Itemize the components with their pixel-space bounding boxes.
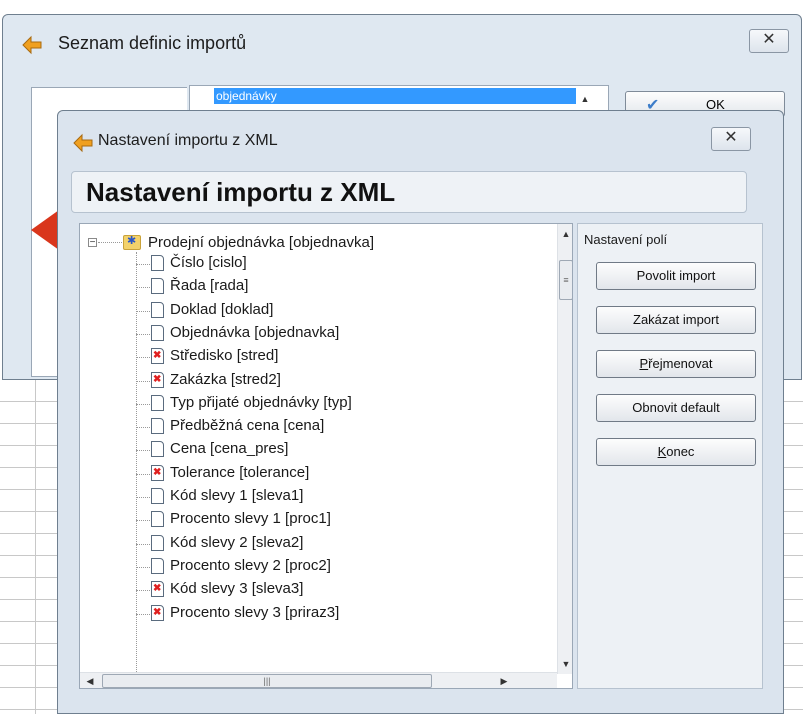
scroll-up-arrow-icon[interactable]: ▲: [558, 226, 572, 242]
document-disabled-icon: [151, 604, 164, 621]
scroll-up-arrow-icon[interactable]: ▲: [577, 91, 593, 107]
tree-item-label: Číslo [cislo]: [170, 254, 247, 271]
tree-connector: [136, 473, 150, 475]
document-icon: [151, 557, 164, 574]
folder-icon: [123, 234, 141, 250]
horizontal-scrollbar[interactable]: ◀ ||| ▶: [80, 672, 557, 688]
document-icon: [151, 441, 164, 458]
close-dialog-button[interactable]: Konec: [596, 438, 756, 466]
close-label: onec: [666, 444, 695, 459]
document-disabled-icon: [151, 464, 164, 481]
tree-connector: [136, 357, 150, 359]
tree-connector: [136, 450, 150, 452]
tree-item-label: Zakázka [stred2]: [170, 370, 281, 388]
restore-default-button[interactable]: Obnovit default: [596, 394, 756, 422]
scroll-down-arrow-icon[interactable]: ▼: [558, 656, 572, 672]
tree-connector: [136, 566, 150, 568]
list-item-selected[interactable]: objednávky: [214, 88, 576, 104]
rename-label: řejmenovat: [648, 356, 713, 371]
grid-line: [35, 380, 36, 714]
tree-connector: [136, 590, 150, 592]
tree-item-label: Kód slevy 3 [sleva3]: [170, 580, 304, 598]
scroll-right-arrow-icon[interactable]: ▶: [496, 673, 512, 688]
tree-item-label: Řada [rada]: [170, 277, 249, 295]
tree-item-label: Kód slevy 2 [sleva2]: [170, 533, 304, 551]
document-icon: [151, 418, 164, 435]
app-icon: [73, 133, 93, 153]
header-panel: Nastavení importu z XML: [71, 171, 747, 213]
tree-item-label: Kód slevy 1 [sleva1]: [170, 487, 304, 504]
tree-item-label: Procento slevy 1 [proc1]: [170, 510, 331, 528]
document-icon: [151, 324, 164, 341]
tree-connector: [136, 287, 150, 289]
tree-item-label: Procento slevy 3 [priraz3]: [170, 603, 340, 621]
tree-item-label: Tolerance [tolerance]: [170, 463, 310, 481]
tree-item-label: Středisko [stred]: [170, 347, 279, 365]
tree-item-label: Typ přijaté objednávky [typ]: [170, 393, 352, 411]
tree-connector: [136, 497, 150, 498]
document-icon: [151, 534, 164, 551]
tree-connector: [136, 333, 150, 335]
tree-connector: [136, 264, 150, 265]
tree-connector: [136, 310, 150, 312]
disable-import-button[interactable]: Zakázat import: [596, 306, 756, 334]
collapse-icon[interactable]: −: [88, 238, 97, 248]
red-arrow-icon: [31, 210, 59, 250]
rename-button[interactable]: Přejmenovat: [596, 350, 756, 378]
tree-connector: [136, 543, 150, 545]
tree-connector: [136, 427, 150, 429]
tree-root-label: Prodejní objednávka [objednavka]: [148, 234, 374, 251]
document-disabled-icon: [151, 348, 164, 365]
xml-import-settings-window: Nastavení importu z XML ✕ Nastavení impo…: [57, 110, 784, 714]
rename-accel: P: [639, 356, 649, 371]
window-title: Seznam definic importů: [58, 33, 247, 53]
window-title: Nastavení importu z XML: [98, 132, 278, 149]
field-tree[interactable]: − Prodejní objednávka [objednavka] Číslo…: [79, 223, 573, 689]
document-icon: [151, 278, 164, 295]
close-icon: ✕: [762, 31, 776, 48]
close-button[interactable]: ✕: [711, 127, 751, 151]
vertical-scrollbar[interactable]: ▲ ≡ ▼: [557, 224, 572, 674]
document-icon: [151, 511, 164, 528]
document-icon: [151, 394, 164, 411]
app-icon: [22, 35, 42, 55]
tree-item-label: Objednávka [objednavka]: [170, 323, 340, 341]
close-button[interactable]: ✕: [749, 29, 789, 53]
tree-connector: [136, 252, 137, 688]
document-icon: [151, 488, 164, 504]
document-disabled-icon: [151, 581, 164, 598]
page-title: Nastavení importu z XML: [86, 177, 396, 207]
tree-connector: [136, 613, 150, 615]
tree-connector: [136, 403, 150, 405]
close-icon: ✕: [724, 129, 738, 146]
document-icon: [151, 301, 164, 318]
scrollbar-thumb[interactable]: |||: [102, 674, 432, 688]
tree-connector: [136, 380, 150, 382]
panel-title: Nastavení polí: [584, 232, 668, 247]
tree-item-label: Procento slevy 2 [proc2]: [170, 556, 331, 574]
tree-item-label: Cena [cena_pres]: [170, 440, 289, 458]
enable-import-button[interactable]: Povolit import: [596, 262, 756, 290]
tree-connector: [136, 520, 150, 522]
document-icon: [151, 255, 164, 271]
tree-item-label: Předběžná cena [cena]: [170, 417, 325, 435]
close-accel: K: [657, 444, 667, 459]
tree-connector: [98, 242, 122, 243]
document-disabled-icon: [151, 371, 164, 388]
scroll-left-arrow-icon[interactable]: ◀: [82, 673, 98, 688]
scrollbar-thumb[interactable]: ≡: [559, 260, 572, 300]
tree-item-label: Doklad [doklad]: [170, 300, 274, 318]
field-settings-panel: Nastavení polí Povolit import Zakázat im…: [577, 223, 763, 689]
